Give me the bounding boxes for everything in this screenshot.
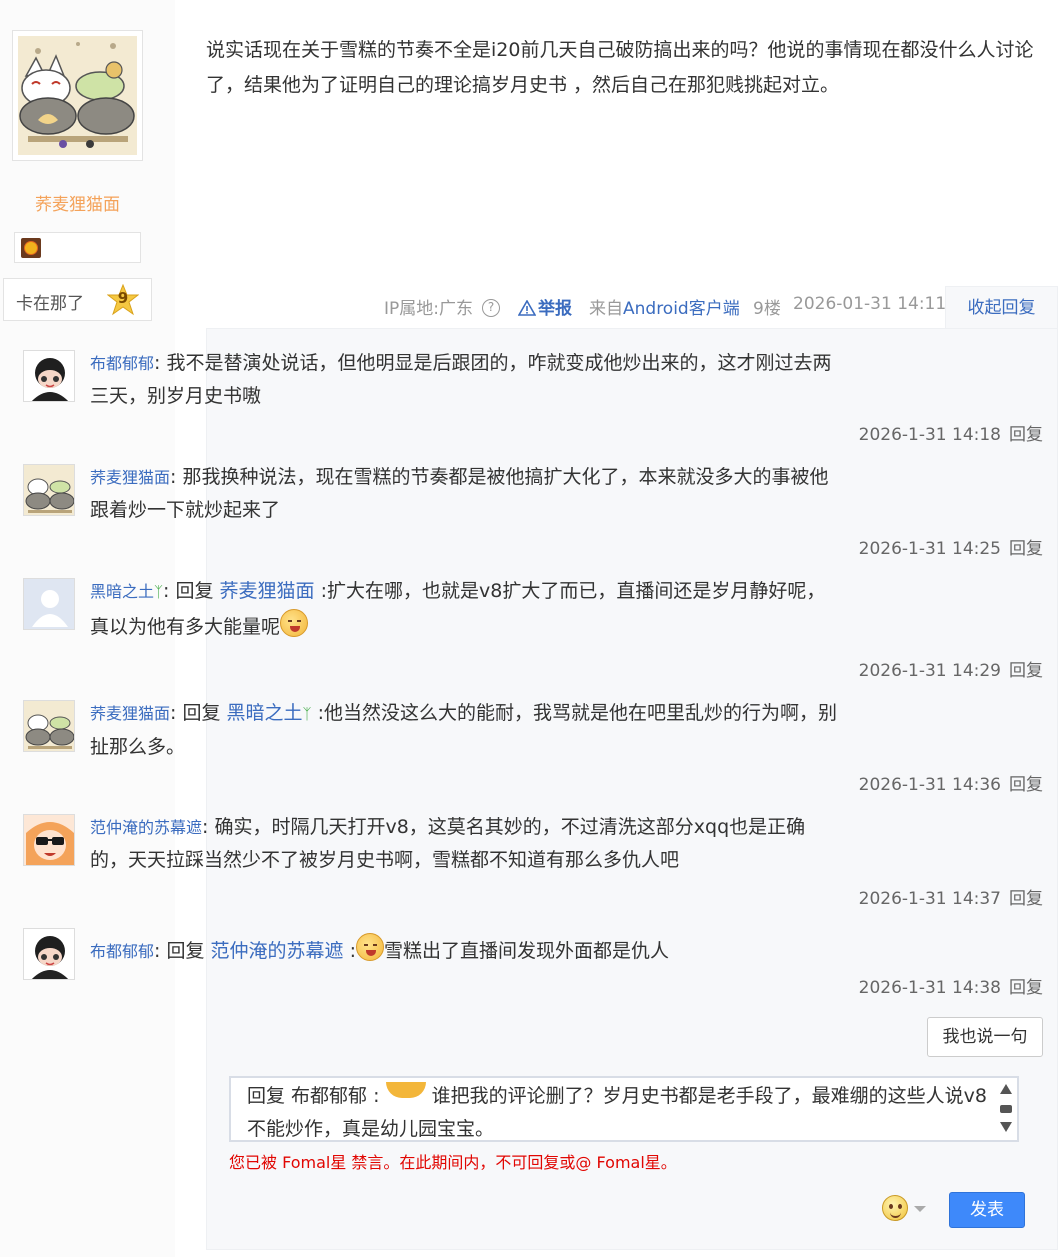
scroll-down-icon[interactable] xyxy=(1000,1122,1012,1132)
chevron-down-icon[interactable] xyxy=(914,1206,926,1212)
comment-username[interactable]: 黑暗之土 xyxy=(90,582,154,601)
avatar-image xyxy=(24,465,74,515)
comment-body: 荞麦狸猫面: 那我换种说法，现在雪糕的节奏都是被他搞扩大化了，本来就没多大的事被… xyxy=(90,461,842,527)
emoji-picker-icon[interactable] xyxy=(882,1195,908,1221)
scroll-thumb[interactable] xyxy=(1000,1105,1012,1113)
comment-time: 2026-1-31 14:25 xyxy=(858,539,1001,559)
client-source: 来自Android客户端 xyxy=(589,294,740,319)
editor-reply-prefix: 回复 布都郁郁 : xyxy=(247,1085,380,1107)
comment-username[interactable]: 布都郁郁 xyxy=(90,354,154,373)
commenter-avatar[interactable] xyxy=(23,578,75,630)
sprout-icon: ᛉ xyxy=(302,705,312,723)
avatar-image xyxy=(24,929,74,979)
laughing-emoji-icon xyxy=(280,609,309,637)
author-avatar[interactable] xyxy=(12,30,143,161)
badge-icon xyxy=(21,238,41,258)
reply-word: 回复 xyxy=(160,940,211,962)
commenter-avatar[interactable] xyxy=(23,700,75,752)
reply-word: 回复 xyxy=(176,702,227,724)
post-time: 2026-01-31 14:11 xyxy=(793,294,947,314)
comment-username[interactable]: 荞麦狸猫面 xyxy=(90,468,170,487)
scroll-up-icon[interactable] xyxy=(1000,1084,1012,1094)
comment-reply-button[interactable]: 回复 xyxy=(1009,889,1043,909)
reply-to-username[interactable]: 黑暗之土 xyxy=(227,702,303,724)
avatar-image xyxy=(24,815,74,865)
comment-username[interactable]: 布都郁郁 xyxy=(90,942,154,961)
ban-notice: 您已被 Fomal星 禁言。在此期间内，不可回复或@ Fomal星。 xyxy=(229,1153,677,1172)
report-label: 举报 xyxy=(538,299,572,319)
commenter-avatar[interactable] xyxy=(23,814,75,866)
comment-reply-button[interactable]: 回复 xyxy=(1009,775,1043,795)
author-name[interactable]: 荞麦狸猫面 xyxy=(0,190,155,215)
level-title: 卡在那了 xyxy=(16,294,84,314)
comment-text: 那我换种说法，现在雪糕的节奏都是被他搞扩大化了，本来就没多大的事被他跟着炒一下就… xyxy=(90,466,829,521)
post-content: 说实话现在关于雪糕的节奏不全是i20前几天自己破防搞出来的吗？他说的事情现在都没… xyxy=(206,39,1034,96)
avatar-image xyxy=(24,701,74,751)
comment-text: 雪糕出了直播间发现外面都是仇人 xyxy=(383,940,669,962)
collapse-replies-button[interactable]: 收起回复 xyxy=(945,286,1058,328)
comment-body: 范仲淹的苏幕遮: 确实，时隔几天打开v8，这莫名其妙的，不过清洗这部分xqq也是… xyxy=(90,811,842,877)
commenter-avatar[interactable] xyxy=(23,350,75,402)
default-avatar-icon xyxy=(24,579,74,629)
comment-text: 我不是替演处说话，但他明显是后跟团的，咋就变成他炒出来的，这才刚过去两三天，别岁… xyxy=(90,352,832,407)
comment-time: 2026-1-31 14:29 xyxy=(858,661,1001,681)
comment-text-prefix: : xyxy=(343,940,356,962)
avatar-image xyxy=(24,351,74,401)
submit-button[interactable]: 发表 xyxy=(949,1192,1025,1228)
from-prefix: 来自 xyxy=(589,299,623,319)
report-link[interactable]: 举报 xyxy=(518,294,572,319)
reply-to-username[interactable]: 荞麦狸猫面 xyxy=(220,580,315,602)
comment-meta: 2026-1-31 14:36 回复 xyxy=(859,770,1043,795)
member-badge[interactable] xyxy=(14,232,141,263)
comment-meta: 2026-1-31 14:37 回复 xyxy=(859,884,1043,909)
comment-body: 荞麦狸猫面: 回复 黑暗之土ᛉ :他当然没这么大的能耐，我骂就是他在吧里乱炒的行… xyxy=(90,697,842,764)
comment-time: 2026-1-31 14:36 xyxy=(858,775,1001,795)
comment-time: 2026-1-31 14:37 xyxy=(858,889,1001,909)
reply-to-username[interactable]: 范仲淹的苏幕遮 xyxy=(211,940,344,962)
comment-time: 2026-1-31 14:18 xyxy=(858,425,1001,445)
laughing-emoji-icon xyxy=(355,933,384,961)
comment-meta: 2026-1-31 14:25 回复 xyxy=(859,534,1043,559)
comment-body: 布都郁郁: 我不是替演处说话，但他明显是后跟团的，咋就变成他炒出来的，这才刚过去… xyxy=(90,347,842,413)
warning-icon xyxy=(518,300,536,316)
level-number: 9 xyxy=(117,289,129,307)
level-box[interactable]: 卡在那了 9 xyxy=(3,278,152,321)
commenter-avatar[interactable] xyxy=(23,928,75,980)
comment-reply-button[interactable]: 回复 xyxy=(1009,661,1043,681)
comment-time: 2026-1-31 14:38 xyxy=(858,978,1001,998)
add-comment-button[interactable]: 我也说一句 xyxy=(927,1017,1043,1057)
comment-reply-button[interactable]: 回复 xyxy=(1009,425,1043,445)
comment-meta: 2026-1-31 14:18 回复 xyxy=(859,420,1043,445)
comment-reply-button[interactable]: 回复 xyxy=(1009,978,1043,998)
sprout-icon: ᛉ xyxy=(154,583,164,601)
comment-meta: 2026-1-31 14:29 回复 xyxy=(859,656,1043,681)
emoji-icon xyxy=(385,1082,426,1098)
comment-body: 黑暗之土ᛉ: 回复 荞麦狸猫面 :扩大在哪，也就是v8扩大了而已，直播间还是岁月… xyxy=(90,575,842,644)
ip-location: IP属地:广东 xyxy=(384,299,473,319)
comment-meta: 2026-1-31 14:38 回复 xyxy=(859,973,1043,998)
reply-editor[interactable]: 回复 布都郁郁 : 谁把我的评论删了？岁月史书都是老手段了，最难绷的这些人说v8… xyxy=(229,1076,1019,1142)
comment-username[interactable]: 荞麦狸猫面 xyxy=(90,704,170,723)
help-icon[interactable]: ? xyxy=(482,299,500,317)
commenter-avatar[interactable] xyxy=(23,464,75,516)
editor-content[interactable]: 回复 布都郁郁 : 谁把我的评论删了？岁月史书都是老手段了，最难绷的这些人说v8… xyxy=(247,1080,987,1146)
author-avatar-image xyxy=(18,36,137,155)
client-link[interactable]: Android客户端 xyxy=(623,299,740,319)
comment-username[interactable]: 范仲淹的苏幕遮 xyxy=(90,818,202,837)
floor-number: 9楼 xyxy=(753,299,781,319)
reply-word: 回复 xyxy=(169,580,220,602)
comment-body: 布都郁郁: 回复 范仲淹的苏幕遮 : 雪糕出了直播间发现外面都是仇人 xyxy=(90,933,842,968)
editor-scrollbar[interactable] xyxy=(999,1084,1013,1136)
comment-reply-button[interactable]: 回复 xyxy=(1009,539,1043,559)
